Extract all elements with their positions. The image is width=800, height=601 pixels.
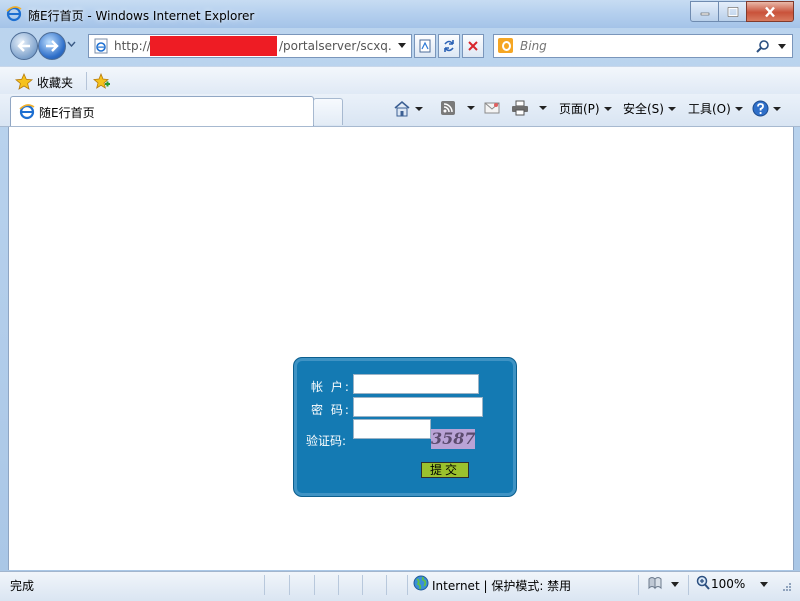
status-text: 完成 — [10, 579, 35, 593]
safety-menu-label: 安全(S) — [623, 102, 664, 116]
status-divider — [289, 575, 290, 595]
title-bar: 随E行首页 - Windows Internet Explorer — [0, 0, 800, 28]
status-divider — [338, 575, 339, 595]
navigation-bar: http:// /portalserver/scxq.js — [0, 28, 800, 64]
captcha-image[interactable]: 3587 — [431, 429, 476, 449]
rss-icon — [441, 101, 455, 115]
search-options-dropdown-icon[interactable] — [778, 44, 786, 49]
url-prefix: http:// — [114, 39, 151, 53]
username-label: 帐 户: — [311, 380, 351, 394]
zoom-dropdown-icon[interactable] — [760, 582, 768, 587]
favorites-divider — [86, 72, 87, 90]
popup-blocker-icon[interactable] — [646, 575, 666, 593]
safety-menu[interactable]: 安全(S) — [623, 100, 676, 120]
ie-icon — [6, 6, 22, 25]
status-divider — [264, 575, 265, 595]
captcha-input[interactable] — [353, 419, 431, 439]
page-menu-dropdown-icon — [603, 106, 612, 111]
maximize-button[interactable] — [718, 1, 747, 22]
window-title: 随E行首页 - Windows Internet Explorer — [28, 9, 255, 23]
favorites-bar: 收藏夹 — [0, 66, 800, 95]
refresh-button[interactable] — [438, 34, 460, 58]
new-tab-button[interactable] — [313, 98, 343, 125]
favorites-label: 收藏夹 — [37, 76, 74, 90]
compatibility-view-button[interactable] — [414, 34, 436, 58]
tools-menu-label: 工具(O) — [688, 102, 731, 116]
zoom-level[interactable]: 100% — [711, 577, 745, 591]
safety-menu-dropdown-icon — [667, 106, 676, 111]
password-label: 密 码: — [311, 403, 351, 417]
search-icon[interactable] — [756, 39, 770, 53]
search-bar[interactable] — [493, 34, 793, 58]
popup-blocker-dropdown-icon[interactable] — [671, 582, 679, 587]
print-dropdown-icon[interactable] — [539, 106, 547, 110]
home-button[interactable] — [393, 100, 423, 120]
url-path: /portalserver/scxq.js — [279, 39, 391, 53]
refresh-icon — [444, 40, 454, 52]
page-content: 帐 户: 密 码: 验证码: 3587 提交 — [8, 127, 794, 570]
status-divider — [638, 575, 639, 595]
forward-button[interactable] — [38, 32, 66, 60]
page-icon — [94, 38, 108, 54]
back-arrow-icon — [17, 40, 30, 52]
browser-window: 随E行首页 - Windows Internet Explorer http:/… — [0, 0, 800, 601]
home-icon — [394, 100, 410, 117]
help-button[interactable] — [752, 100, 781, 120]
captcha-label: 验证码: — [306, 434, 347, 448]
ie-icon — [19, 104, 35, 120]
username-input[interactable] — [353, 374, 479, 394]
address-dropdown-icon[interactable] — [398, 43, 406, 48]
page-menu-label: 页面(P) — [559, 102, 600, 116]
address-bar[interactable]: http:// /portalserver/scxq.js — [88, 34, 412, 58]
submit-button[interactable]: 提交 — [421, 462, 469, 478]
add-to-favorites-icon[interactable] — [93, 73, 111, 90]
printer-icon — [512, 100, 528, 116]
print-button[interactable] — [511, 100, 547, 120]
login-panel: 帐 户: 密 码: 验证码: 3587 提交 — [293, 357, 517, 497]
recent-pages-dropdown-icon[interactable] — [67, 41, 76, 47]
stop-icon — [468, 41, 478, 51]
page-menu[interactable]: 页面(P) — [559, 100, 612, 120]
tab-bar: 随E行首页 页面(P) 安全(S) 工具(O) — [0, 94, 800, 127]
back-button[interactable] — [10, 32, 38, 60]
read-mail-button[interactable] — [484, 100, 500, 120]
compatibility-view-icon — [419, 39, 431, 53]
password-input[interactable] — [353, 397, 483, 417]
minimize-icon — [700, 12, 709, 15]
feeds-button[interactable] — [440, 100, 475, 120]
search-input[interactable] — [518, 37, 742, 55]
resize-grip-icon[interactable] — [780, 582, 792, 594]
status-bar: 完成 Internet | 保护模式: 禁用 100% — [0, 571, 800, 601]
minimize-button[interactable] — [690, 1, 719, 22]
maximize-icon — [727, 6, 738, 17]
tab-label: 随E行首页 — [39, 106, 95, 120]
status-divider — [688, 575, 689, 595]
mail-icon — [484, 102, 500, 113]
magnifier-icon — [696, 575, 710, 590]
tools-menu[interactable]: 工具(O) — [688, 100, 743, 120]
help-icon — [752, 100, 769, 117]
status-divider — [314, 575, 315, 595]
stop-button[interactable] — [462, 34, 484, 58]
help-dropdown-icon[interactable] — [773, 106, 781, 111]
close-button[interactable] — [746, 1, 794, 22]
url-redaction — [150, 36, 277, 56]
star-icon — [15, 73, 33, 90]
security-zone[interactable]: Internet | 保护模式: 禁用 — [432, 577, 571, 594]
globe-icon — [413, 575, 429, 591]
close-icon — [765, 6, 775, 17]
tools-menu-dropdown-icon — [734, 106, 743, 111]
home-dropdown-icon[interactable] — [415, 106, 423, 111]
bing-icon — [498, 38, 513, 53]
status-divider — [386, 575, 387, 595]
forward-arrow-icon — [46, 40, 59, 52]
status-divider — [407, 575, 408, 595]
tab-active[interactable]: 随E行首页 — [10, 96, 314, 126]
status-divider — [362, 575, 363, 595]
feeds-dropdown-icon[interactable] — [467, 106, 475, 110]
